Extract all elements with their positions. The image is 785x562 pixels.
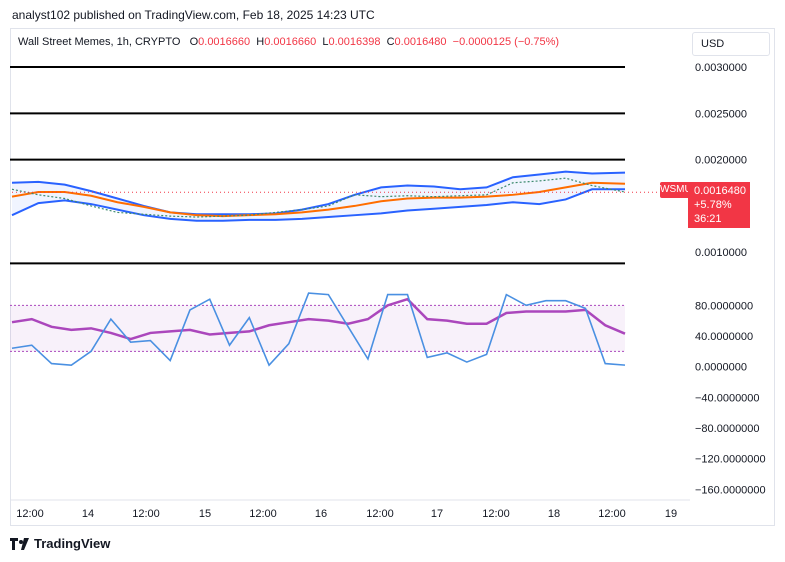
tradingview-logo-icon	[10, 537, 29, 550]
last-price: 0.0016480	[694, 185, 746, 197]
time-tick-label: 14	[82, 508, 94, 520]
time-tick-label: 12:00	[249, 508, 277, 520]
oscillator-tick-label: −80.0000000	[695, 423, 760, 435]
time-tick-label: 12:00	[482, 508, 510, 520]
candle-countdown: 36:21	[694, 213, 722, 225]
tradingview-logo[interactable]: TradingView	[10, 536, 110, 551]
oscillator-tick-label: −40.0000000	[695, 392, 760, 404]
time-tick-label: 15	[199, 508, 211, 520]
time-tick-label: 12:00	[366, 508, 394, 520]
oscillator-tick-label: 40.0000000	[695, 331, 753, 343]
bollinger-fill	[12, 171, 625, 221]
time-tick-label: 12:00	[598, 508, 626, 520]
time-tick-label: 19	[665, 508, 677, 520]
brand-name: TradingView	[34, 536, 111, 551]
price-tick-label: 0.0025000	[695, 108, 747, 120]
last-price-box: 0.0016480 +5.78% 36:21	[688, 182, 750, 228]
time-tick-label: 18	[548, 508, 560, 520]
oscillator-tick-label: 0.0000000	[695, 362, 747, 374]
time-tick-label: 12:00	[132, 508, 160, 520]
time-tick-label: 12:00	[16, 508, 44, 520]
price-tick-label: 0.0010000	[695, 247, 747, 259]
time-tick-label: 17	[431, 508, 443, 520]
oscillator-tick-label: −120.0000000	[695, 454, 766, 466]
oscillator-tick-label: −160.0000000	[695, 484, 766, 496]
price-tick-label: 0.0020000	[695, 155, 747, 167]
oscillator-tick-label: 80.0000000	[695, 300, 753, 312]
price-tick-label: 0.0030000	[695, 62, 747, 74]
price-change: +5.78%	[694, 199, 732, 211]
time-tick-label: 16	[315, 508, 327, 520]
price-chart[interactable]: 0.0030000 0.0025000 0.0020000 0.0010000 80.0…	[0, 0, 785, 530]
